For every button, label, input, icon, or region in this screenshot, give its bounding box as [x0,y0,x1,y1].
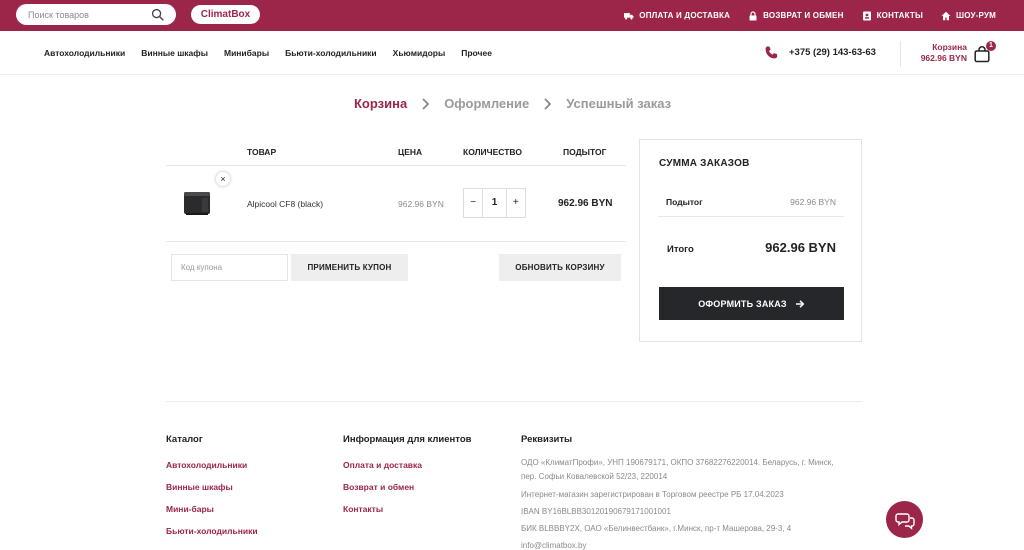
apply-coupon-button[interactable]: ПРИМЕНИТЬ КУПОН [291,254,408,281]
summary-subtotal-value: 962.96 BYN [790,197,836,207]
step-order-complete: Успешный заказ [566,96,672,111]
footer-link-car-fridges[interactable]: Автохолодильники [166,460,247,470]
footer-link-returns[interactable]: Возврат и обмен [343,482,414,492]
cart-count-badge: 1 [986,41,996,51]
product-price: 962.96 BYN [398,199,444,209]
quantity-stepper: − 1 + [463,188,526,218]
top-link-label: КОНТАКТЫ [876,11,924,20]
nav-item-beauty-fridges[interactable]: Бьюти-холодильники [285,48,377,58]
phone-icon [765,46,778,59]
checkout-steps: Корзина Оформление Успешный заказ [354,96,671,111]
phone-link[interactable]: +375 (29) 143-63-63 [764,45,876,60]
top-link-label: ВОЗВРАТ И ОБМЕН [763,11,844,20]
footer-link-wine-cabinets[interactable]: Винные шкафы [166,482,233,492]
quantity-increase-button[interactable]: + [507,189,525,217]
coupon-field [171,254,288,281]
top-link-contacts[interactable]: КОНТАКТЫ [862,11,923,21]
requisites-line: ОДО «КлиматПрофи», УНП 190679171, ОКПО 3… [521,458,834,467]
lock-icon [749,10,757,20]
search-input[interactable] [28,7,148,22]
truck-icon [624,12,634,20]
checkout-button-label: ОФОРМИТЬ ЗАКАЗ [698,298,787,309]
update-cart-button[interactable]: ОБНОВИТЬ КОРЗИНУ [499,254,621,281]
quantity-input[interactable]: 1 [482,189,507,217]
mini-cart-label: Корзина [932,42,967,52]
product-subtotal: 962.96 BYN [558,198,613,209]
footer-link-delivery[interactable]: Оплата и доставка [343,460,422,470]
step-cart[interactable]: Корзина [354,96,407,111]
remove-item-button[interactable]: × [216,172,230,186]
phone-number: +375 (29) 143-63-63 [789,47,876,58]
summary-total-value: 962.96 BYN [765,240,836,255]
top-link-showroom[interactable]: ШОУ-РУМ [941,11,996,21]
requisites-line: пер. Софьи Ковалевской 52/23, 220014 [521,472,668,481]
nav-item-humidors[interactable]: Хьюмидоры [393,48,446,58]
footer-info-title: Информация для клиентов [343,434,472,445]
home-icon [941,11,951,20]
top-link-delivery[interactable]: ОПЛАТА И ДОСТАВКА [624,11,730,21]
top-link-label: ОПЛАТА И ДОСТАВКА [639,11,731,20]
footer-link-contacts[interactable]: Контакты [343,504,383,514]
table-row-divider [166,241,626,242]
chat-bubbles-icon [894,512,915,530]
top-link-label: ШОУ-РУМ [956,11,996,20]
col-header-price: ЦЕНА [398,147,423,157]
footer-requisites-title: Реквизиты [521,434,573,445]
col-header-product: ТОВАР [247,147,277,157]
coupon-input[interactable] [172,255,287,280]
summary-subtotal-label: Подытог [666,197,703,207]
chat-button[interactable] [886,501,923,538]
mini-cart-total: 962.96 BYN [920,53,967,63]
nav-item-minibars[interactable]: Минибары [224,48,269,58]
contact-card-icon [862,11,871,20]
top-bar: ClimatBox ОПЛАТА И ДОСТАВКА ВОЗВРАТ И ОБ… [0,0,1024,31]
category-menu: Автохолодильники Винные шкафы Минибары Б… [44,48,492,58]
nav-item-wine-cabinets[interactable]: Винные шкафы [141,48,208,58]
step-checkout[interactable]: Оформление [444,96,529,111]
footer-link-minibars[interactable]: Мини-бары [166,504,214,514]
main-nav: Автохолодильники Винные шкафы Минибары Б… [0,31,1024,75]
chevron-right-icon [544,97,552,110]
summary-title: СУММА ЗАКАЗОВ [659,158,750,169]
mini-cart[interactable]: Корзина 962.96 BYN [921,42,967,64]
footer-link-beauty-fridges[interactable]: Бьюти-холодильники [166,526,258,536]
search-icon[interactable] [151,8,164,21]
product-name-link[interactable]: Alpicool CF8 (black) [247,199,323,209]
summary-divider [658,216,844,217]
top-link-returns[interactable]: ВОЗВРАТ И ОБМЕН [748,10,844,21]
quantity-decrease-button[interactable]: − [464,189,482,217]
col-header-quantity: КОЛИЧЕСТВО [463,147,522,157]
site-logo[interactable]: ClimatBox [191,5,260,24]
table-header-divider [166,165,626,166]
summary-total-label: Итого [667,244,694,255]
top-links: ОПЛАТА И ДОСТАВКА ВОЗВРАТ И ОБМЕН КОНТАК… [624,0,996,31]
product-image[interactable] [180,187,214,219]
requisites-line: Интернет-магазин зарегистрирован в Торго… [521,490,784,499]
nav-item-car-fridges[interactable]: Автохолодильники [44,48,125,58]
footer-catalog-title: Каталог [166,434,203,445]
order-summary: СУММА ЗАКАЗОВ Подытог 962.96 BYN Итого 9… [639,139,862,342]
requisites-line: IBAN BY16BLBB30120190679171001001 [521,507,671,516]
col-header-subtotal: ПОДЫТОГ [563,147,607,157]
checkout-button[interactable]: ОФОРМИТЬ ЗАКАЗ [659,287,844,320]
nav-divider [900,41,901,67]
requisites-email[interactable]: info@climatbox.by [521,541,866,550]
arrow-right-icon [795,299,805,308]
footer-divider [166,401,862,402]
chevron-right-icon [422,97,430,110]
search-box [16,4,176,25]
nav-item-other[interactable]: Прочее [461,48,492,58]
requisites-line: БИК BLBBBY2X, ОАО «Белинвестбанк», г.Мин… [521,524,792,533]
